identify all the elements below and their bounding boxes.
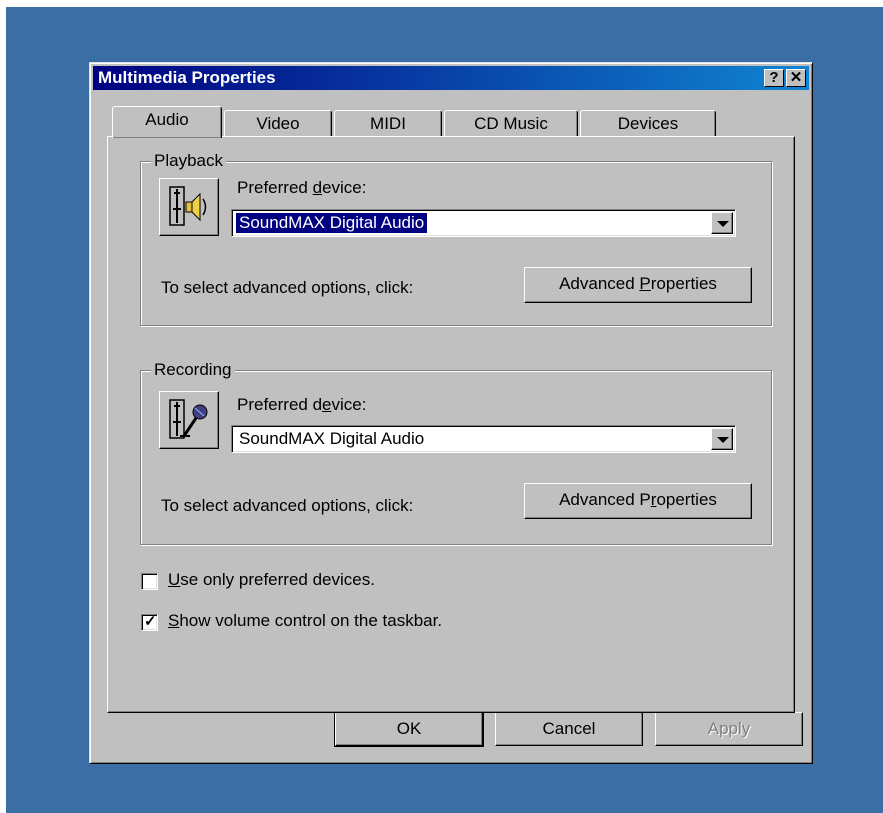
cancel-button[interactable]: Cancel	[495, 712, 643, 746]
tab-cd-music-label: CD Music	[474, 114, 548, 133]
show-volume-label[interactable]: Show volume control on the taskbar.	[168, 611, 442, 631]
tab-midi-label: MIDI	[370, 114, 406, 133]
use-preferred-label[interactable]: Use only preferred devices.	[168, 570, 375, 590]
recording-advanced-text: To select advanced options, click:	[161, 496, 414, 515]
tab-devices-label: Devices	[617, 114, 679, 133]
playback-device-select[interactable]: SoundMAX Digital Audio	[231, 209, 736, 237]
playback-group: Playback Preferred device: SoundMAX Digi…	[140, 151, 772, 326]
speaker-icon	[169, 186, 207, 226]
tab-audio[interactable]: Audio	[112, 106, 222, 138]
help-button[interactable]: ?	[764, 69, 784, 87]
playback-device-value: SoundMAX Digital Audio	[234, 212, 429, 234]
playback-preferred-label: Preferred device:	[237, 178, 367, 197]
recording-advanced-properties-button[interactable]: Advanced Properties	[524, 483, 752, 519]
audio-tab-panel: Playback Preferred device: SoundMAX Digi…	[107, 136, 795, 713]
ok-button[interactable]: OK	[334, 711, 484, 747]
recording-dropdown-button[interactable]	[711, 428, 733, 450]
playback-group-label: Playback	[151, 151, 226, 171]
recording-group: Recording Preferred device: SoundMAX Dig…	[140, 360, 772, 545]
playback-icon-button[interactable]	[159, 178, 219, 236]
tab-audio-label: Audio	[145, 110, 189, 129]
window-title: Multimedia Properties	[98, 68, 276, 87]
multimedia-properties-dialog: Multimedia Properties ? ✕ Audio Video MI…	[89, 62, 813, 764]
apply-button[interactable]: Apply	[655, 712, 803, 746]
playback-advanced-properties-button[interactable]: Advanced Properties	[524, 267, 752, 303]
use-preferred-checkbox[interactable]	[141, 573, 158, 590]
microphone-icon	[169, 399, 208, 439]
tab-devices[interactable]: Devices	[580, 110, 716, 138]
chevron-down-icon	[717, 437, 729, 443]
chevron-down-icon	[717, 221, 729, 227]
recording-device-select[interactable]: SoundMAX Digital Audio	[231, 425, 736, 453]
title-bar[interactable]: Multimedia Properties ? ✕	[93, 66, 809, 90]
recording-preferred-label: Preferred device:	[237, 395, 367, 414]
playback-dropdown-button[interactable]	[711, 212, 733, 234]
recording-group-label: Recording	[151, 360, 235, 380]
tab-video-label: Video	[256, 114, 300, 133]
tab-video[interactable]: Video	[224, 110, 332, 138]
checkmark-icon: ✓	[144, 613, 157, 630]
tab-cd-music[interactable]: CD Music	[444, 110, 578, 138]
show-volume-checkbox[interactable]: ✓	[141, 613, 158, 631]
playback-advanced-text: To select advanced options, click:	[161, 278, 414, 297]
recording-device-value: SoundMAX Digital Audio	[239, 429, 425, 448]
tab-midi[interactable]: MIDI	[334, 110, 442, 138]
close-button[interactable]: ✕	[786, 69, 806, 87]
recording-icon-button[interactable]	[159, 391, 219, 449]
